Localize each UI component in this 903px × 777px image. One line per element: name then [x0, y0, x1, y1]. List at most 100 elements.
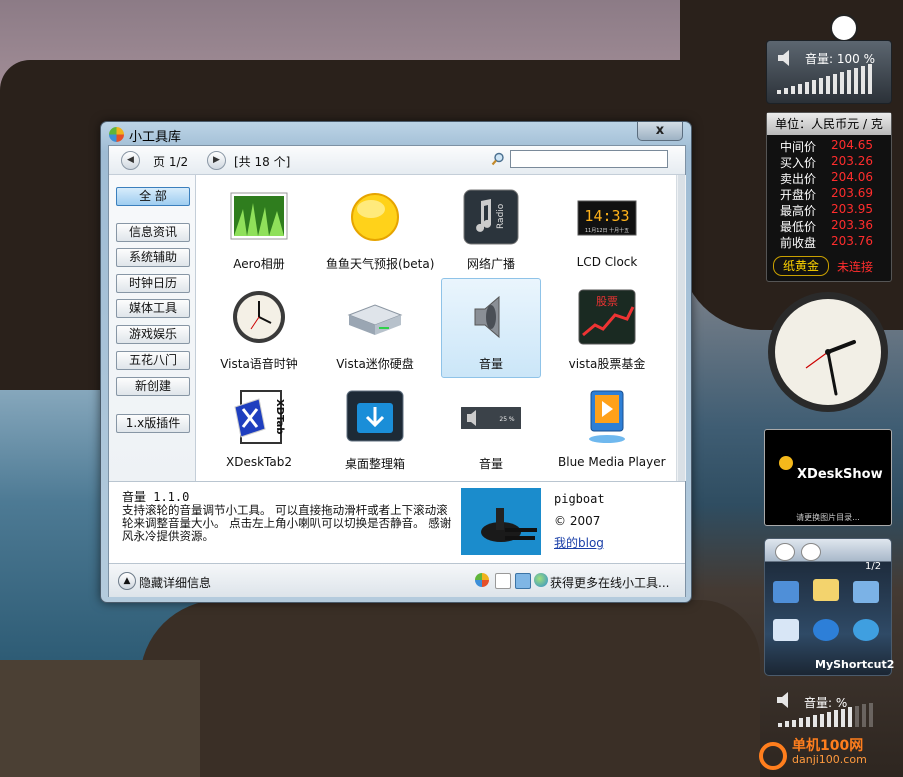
chevron-left-icon: ◀	[127, 155, 134, 165]
next-icon[interactable]	[801, 543, 821, 561]
gadget-label: 网络广播	[466, 257, 515, 271]
volume-bar[interactable]	[791, 86, 795, 94]
volume-bar[interactable]	[862, 704, 866, 727]
category-games[interactable]: 游戏娱乐	[116, 325, 190, 344]
category-new[interactable]: 新创建	[116, 377, 190, 396]
category-media[interactable]: 媒体工具	[116, 299, 190, 318]
volume-bar[interactable]	[813, 715, 817, 727]
category-legacy[interactable]: 1.x版插件	[116, 414, 190, 433]
volume-bar[interactable]	[778, 723, 782, 727]
volume-level-bars[interactable]	[774, 686, 890, 736]
category-news[interactable]: 信息资讯	[116, 223, 190, 242]
volume-bar[interactable]	[799, 718, 803, 727]
gadget-tile[interactable]: Vista迷你硬盘	[325, 278, 425, 378]
gadget-tile[interactable]: Vista语音时钟	[209, 278, 309, 378]
gold-row-label: 中间价	[780, 140, 817, 154]
gold-unit-header: 单位：人民币元 / 克	[767, 113, 891, 135]
watermark-subtext: danji100.com	[792, 753, 867, 766]
site-watermark: 单机100网 danji100.com	[758, 735, 903, 777]
gadget-tile-selected[interactable]: 音量	[441, 278, 541, 378]
gadget-tile[interactable]: 25 % 音量	[441, 378, 541, 478]
author-blog-link[interactable]: 我的blog	[554, 534, 604, 551]
internet-explorer-icon[interactable]	[813, 619, 839, 641]
gadget-tile[interactable]: Radio 网络广播	[441, 178, 541, 278]
volume-bar[interactable]	[777, 90, 781, 94]
volume-bar[interactable]	[834, 710, 838, 727]
volume-bar[interactable]	[798, 84, 802, 94]
myshortcut-label: MyShortcut2	[815, 658, 895, 671]
gadget-tile[interactable]: Blue Media Player	[557, 378, 666, 478]
volume-bar[interactable]	[819, 78, 823, 94]
gadget-tile[interactable]: 桌面整理箱	[325, 378, 425, 478]
watermark-text: 单机100网	[792, 738, 864, 754]
search-input[interactable]	[510, 150, 668, 168]
internet-explorer-icon[interactable]	[853, 619, 879, 641]
volume-bar[interactable]	[855, 705, 859, 727]
category-system[interactable]: 系统辅助	[116, 248, 190, 267]
prev-icon[interactable]	[775, 543, 795, 561]
get-more-gadgets-link[interactable]: 获得更多在线小工具...	[550, 574, 669, 591]
volume-level-bars[interactable]	[767, 41, 891, 103]
volume-bar[interactable]	[792, 719, 796, 727]
volume-gadget-2[interactable]: 音量: %	[774, 686, 890, 736]
next-page-button[interactable]: ▶	[207, 151, 226, 170]
myshortcut-gadget: 1/2 MyShortcut2	[764, 538, 895, 676]
volume-bar[interactable]	[784, 88, 788, 94]
computer-icon[interactable]	[773, 581, 799, 603]
refresh-icon[interactable]	[515, 573, 531, 589]
window-title: 小工具库	[129, 130, 182, 145]
volume-bar[interactable]	[785, 721, 789, 727]
gadget-label: 鱼鱼天气预报(beta)	[326, 257, 435, 271]
hide-details-label[interactable]: 隐藏详细信息	[139, 574, 211, 591]
gadget-library-icon	[109, 127, 124, 142]
volume-bar[interactable]	[841, 708, 845, 727]
volume-bar[interactable]	[847, 70, 851, 94]
gadget-library-icon[interactable]	[475, 573, 489, 587]
lcd-time: 14:33	[584, 207, 629, 225]
xdeskshow-logo-icon	[779, 456, 793, 470]
volume-gadget[interactable]: 音量: 100 %	[766, 40, 892, 104]
category-all[interactable]: 全 部	[116, 187, 190, 206]
note-icon[interactable]	[495, 573, 511, 589]
lcd-date: 11月12日 十月十五	[585, 227, 629, 234]
paper-gold-button[interactable]: 纸黄金	[773, 256, 829, 276]
volume-bar[interactable]	[868, 64, 872, 94]
gadget-tile[interactable]: XDTab XDeskTab2	[209, 378, 309, 478]
volume-bar-icon: 25 %	[461, 407, 521, 429]
gadget-tile[interactable]: 鱼鱼天气预报(beta)	[325, 178, 435, 278]
gadget-tile[interactable]: 股票 vista股票基金	[557, 278, 657, 378]
radio-icon: Radio	[463, 189, 519, 245]
volume-bar[interactable]	[827, 712, 831, 727]
volume-bar[interactable]	[805, 82, 809, 94]
volume-bar[interactable]	[869, 702, 873, 727]
category-clock[interactable]: 时钟日历	[116, 274, 190, 293]
category-misc[interactable]: 五花八门	[116, 351, 190, 370]
svg-text:Radio: Radio	[496, 203, 506, 229]
volume-bar[interactable]	[848, 707, 852, 727]
volume-bar[interactable]	[854, 68, 858, 94]
volume-bar[interactable]	[840, 72, 844, 94]
volume-bar[interactable]	[820, 713, 824, 727]
volume-bar[interactable]	[806, 716, 810, 727]
volume-bar[interactable]	[826, 76, 830, 94]
folder-icon[interactable]	[813, 579, 839, 601]
close-button[interactable]: x	[637, 122, 683, 141]
window-client: ◀ 页 1/2 ▶ [共 18 个] 全 部 信息资讯 系统辅助 时钟日历 媒体…	[108, 145, 686, 597]
volume-bar[interactable]	[812, 80, 816, 94]
prev-page-button[interactable]: ◀	[121, 151, 140, 170]
gadget-label: Aero相册	[233, 257, 285, 271]
document-icon[interactable]	[773, 619, 799, 641]
user-icon[interactable]	[830, 14, 858, 42]
scrollbar-thumb[interactable]	[678, 175, 685, 481]
gadget-tile[interactable]: Aero相册	[209, 178, 309, 278]
volume-bar[interactable]	[833, 74, 837, 94]
network-icon[interactable]	[853, 581, 879, 603]
gadget-tile[interactable]: 14:33 11月12日 十月十五 LCD Clock	[557, 178, 657, 278]
title-bar[interactable]: 小工具库 x	[101, 122, 691, 146]
grid-scrollbar[interactable]	[676, 175, 686, 481]
details-panel: 音量 1.1.0 支持滚轮的音量调节小工具。 可以直接拖动滑杆或者上下滚动滚轮来…	[109, 481, 685, 563]
detail-copyright: © 2007	[554, 514, 601, 528]
xdeskshow-gadget[interactable]: XDeskShow 请更换图片目录...	[764, 429, 892, 526]
volume-bar[interactable]	[861, 66, 865, 94]
hide-details-button[interactable]: ▲	[118, 572, 136, 590]
